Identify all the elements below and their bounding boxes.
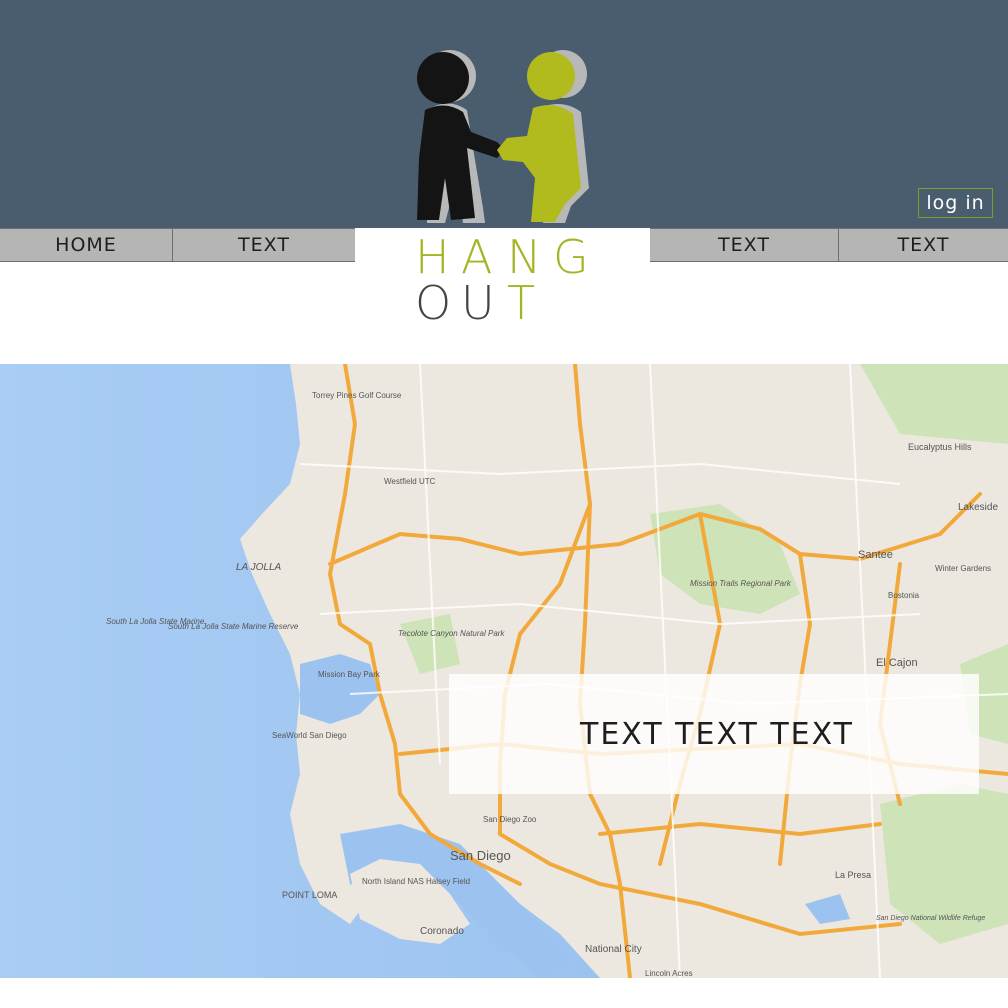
wordmark-letter: T xyxy=(507,276,556,330)
map-label: South La Jolla State Marine xyxy=(106,617,205,626)
header-band: log in xyxy=(0,0,1008,228)
map-label: Santee xyxy=(858,549,893,561)
map-label: SeaWorld San Diego xyxy=(272,731,347,740)
map-label: Coronado xyxy=(420,926,464,937)
map-label: El Cajon xyxy=(876,657,918,669)
map-label: National City xyxy=(585,944,642,955)
map-label: San Diego xyxy=(450,848,511,863)
wordmark-letter: G xyxy=(553,230,609,284)
overlay-text: TEXT TEXT TEXT xyxy=(580,716,854,752)
nav-text-3[interactable]: TEXT xyxy=(839,228,1008,262)
map-label: North Island NAS Halsey Field xyxy=(362,877,470,886)
map-label: LA JOLLA xyxy=(236,562,282,573)
map-label: San Diego Zoo xyxy=(483,815,537,824)
map-label: Lakeside xyxy=(958,502,998,513)
map-overlay-box: TEXT TEXT TEXT xyxy=(449,674,979,794)
wordmark-row-1: HANG xyxy=(415,234,599,280)
map-label: Westfield UTC xyxy=(384,477,436,486)
map-label: La Presa xyxy=(835,870,871,880)
wordmark: HANG OUT xyxy=(355,228,650,362)
map-label: Eucalyptus Hills xyxy=(908,442,972,452)
nav-text-1[interactable]: TEXT xyxy=(173,228,355,262)
map-label: Mission Trails Regional Park xyxy=(690,579,792,588)
map-label: Torrey Pines Golf Course xyxy=(312,391,402,400)
map-label: Winter Gardens xyxy=(935,564,991,573)
wordmark-letter: U xyxy=(461,276,515,330)
map-label: POINT LOMA xyxy=(282,890,337,900)
map-label: San Diego National Wildlife Refuge xyxy=(876,915,985,922)
green-figure-icon xyxy=(497,52,581,222)
map-label: Lincoln Acres xyxy=(645,969,693,978)
login-button[interactable]: log in xyxy=(918,188,993,218)
map[interactable]: San Diego LA JOLLA Santee El Cajon Lakes… xyxy=(0,364,1008,978)
map-label: Bostonia xyxy=(888,591,920,600)
wordmark-letter: N xyxy=(507,230,562,284)
map-label: Tecolote Canyon Natural Park xyxy=(398,629,505,638)
wordmark-row-2: OUT xyxy=(415,280,553,326)
nav-text-2[interactable]: TEXT xyxy=(650,228,839,262)
handshake-logo xyxy=(417,50,589,223)
wordmark-letter: O xyxy=(415,276,472,330)
wordmark-letter: H xyxy=(415,230,470,284)
map-canvas[interactable]: San Diego LA JOLLA Santee El Cajon Lakes… xyxy=(0,364,1008,978)
map-label: Mission Bay Park xyxy=(318,670,381,679)
wordmark-letter: A xyxy=(461,230,513,284)
black-figure-icon xyxy=(417,52,505,220)
nav-home[interactable]: HOME xyxy=(0,228,173,262)
